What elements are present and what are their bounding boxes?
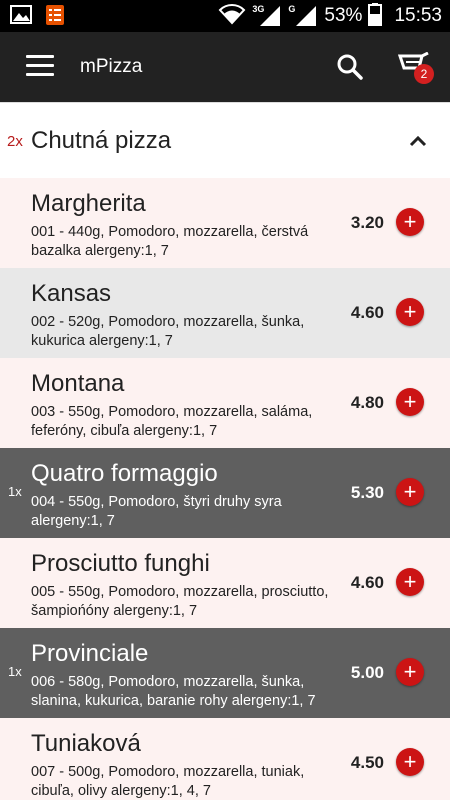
item-name: Quatro formaggio (31, 460, 218, 487)
item-quantity: 1x (8, 484, 22, 499)
signal-icon: G (288, 4, 318, 28)
add-to-cart-button[interactable]: + (396, 478, 424, 506)
item-name: Prosciutto funghi (31, 550, 210, 577)
wifi-icon (218, 3, 246, 30)
item-name: Tuniaková (31, 730, 141, 757)
add-to-cart-button[interactable]: + (396, 748, 424, 776)
status-time: 15:53 (394, 5, 442, 26)
item-quantity: 1x (8, 664, 22, 679)
item-description: 003 - 550g, Pomodoro, mozzarella, saláma… (31, 404, 313, 439)
item-price: 5.30 (350, 483, 384, 502)
list-item[interactable]: Montana 003 - 550g, Pomodoro, mozzarella… (0, 358, 450, 448)
add-to-cart-button[interactable]: + (396, 298, 424, 326)
add-to-cart-button[interactable]: + (396, 568, 424, 596)
item-description: 001 - 440g, Pomodoro, mozzarella, čerstv… (31, 224, 309, 259)
add-to-cart-button[interactable]: + (396, 208, 424, 236)
add-to-cart-button[interactable]: + (396, 658, 424, 686)
category-title: Chutná pizza (31, 127, 172, 154)
chevron-up-icon[interactable] (406, 131, 430, 151)
battery-percent: 53% (324, 5, 363, 26)
list-item[interactable]: Kansas 002 - 520g, Pomodoro, mozzarella,… (0, 268, 450, 358)
list-item[interactable]: 1x Quatro formaggio 004 - 550g, Pomodoro… (0, 448, 450, 538)
app-bar: mPizza 2 (0, 32, 450, 102)
item-price: 5.00 (350, 663, 384, 682)
search-icon[interactable] (335, 52, 365, 82)
item-name: Provinciale (31, 640, 149, 667)
item-price: 3.20 (350, 213, 384, 232)
item-price: 4.50 (350, 753, 384, 772)
item-description: 004 - 550g, Pomodoro, štyri druhy syra a… (31, 494, 282, 529)
pizza-list: Margherita 001 - 440g, Pomodoro, mozzare… (0, 178, 450, 800)
battery-icon (368, 2, 383, 31)
list-item[interactable]: Prosciutto funghi 005 - 550g, Pomodoro, … (0, 538, 450, 628)
category-count: 2x (7, 133, 23, 150)
cart-button[interactable]: 2 (397, 51, 438, 88)
image-icon (10, 4, 34, 31)
notes-icon (44, 4, 66, 31)
item-name: Montana (31, 370, 125, 397)
item-description: 002 - 520g, Pomodoro, mozzarella, šunka,… (31, 314, 305, 349)
item-description: 005 - 550g, Pomodoro, mozzarella, prosci… (31, 584, 329, 619)
cart-count-badge: 2 (414, 64, 434, 84)
menu-icon[interactable] (26, 55, 54, 79)
add-to-cart-button[interactable]: + (396, 388, 424, 416)
status-bar: 3G G 53% 15:53 (0, 0, 450, 32)
item-price: 4.60 (350, 573, 384, 592)
item-name: Kansas (31, 280, 112, 307)
list-item[interactable]: Tuniaková 007 - 500g, Pomodoro, mozzarel… (0, 718, 450, 800)
item-description: 006 - 580g, Pomodoro, mozzarella, šunka,… (31, 674, 316, 709)
list-item[interactable]: 1x Provinciale 006 - 580g, Pomodoro, moz… (0, 628, 450, 718)
item-price: 4.60 (350, 303, 384, 322)
item-price: 4.80 (350, 393, 384, 412)
category-header[interactable]: 2x Chutná pizza (0, 102, 450, 178)
list-item[interactable]: Margherita 001 - 440g, Pomodoro, mozzare… (0, 178, 450, 268)
item-name: Margherita (31, 190, 146, 217)
app-title: mPizza (80, 56, 143, 77)
item-description: 007 - 500g, Pomodoro, mozzarella, tuniak… (31, 764, 305, 799)
signal-icon: 3G (252, 4, 282, 28)
